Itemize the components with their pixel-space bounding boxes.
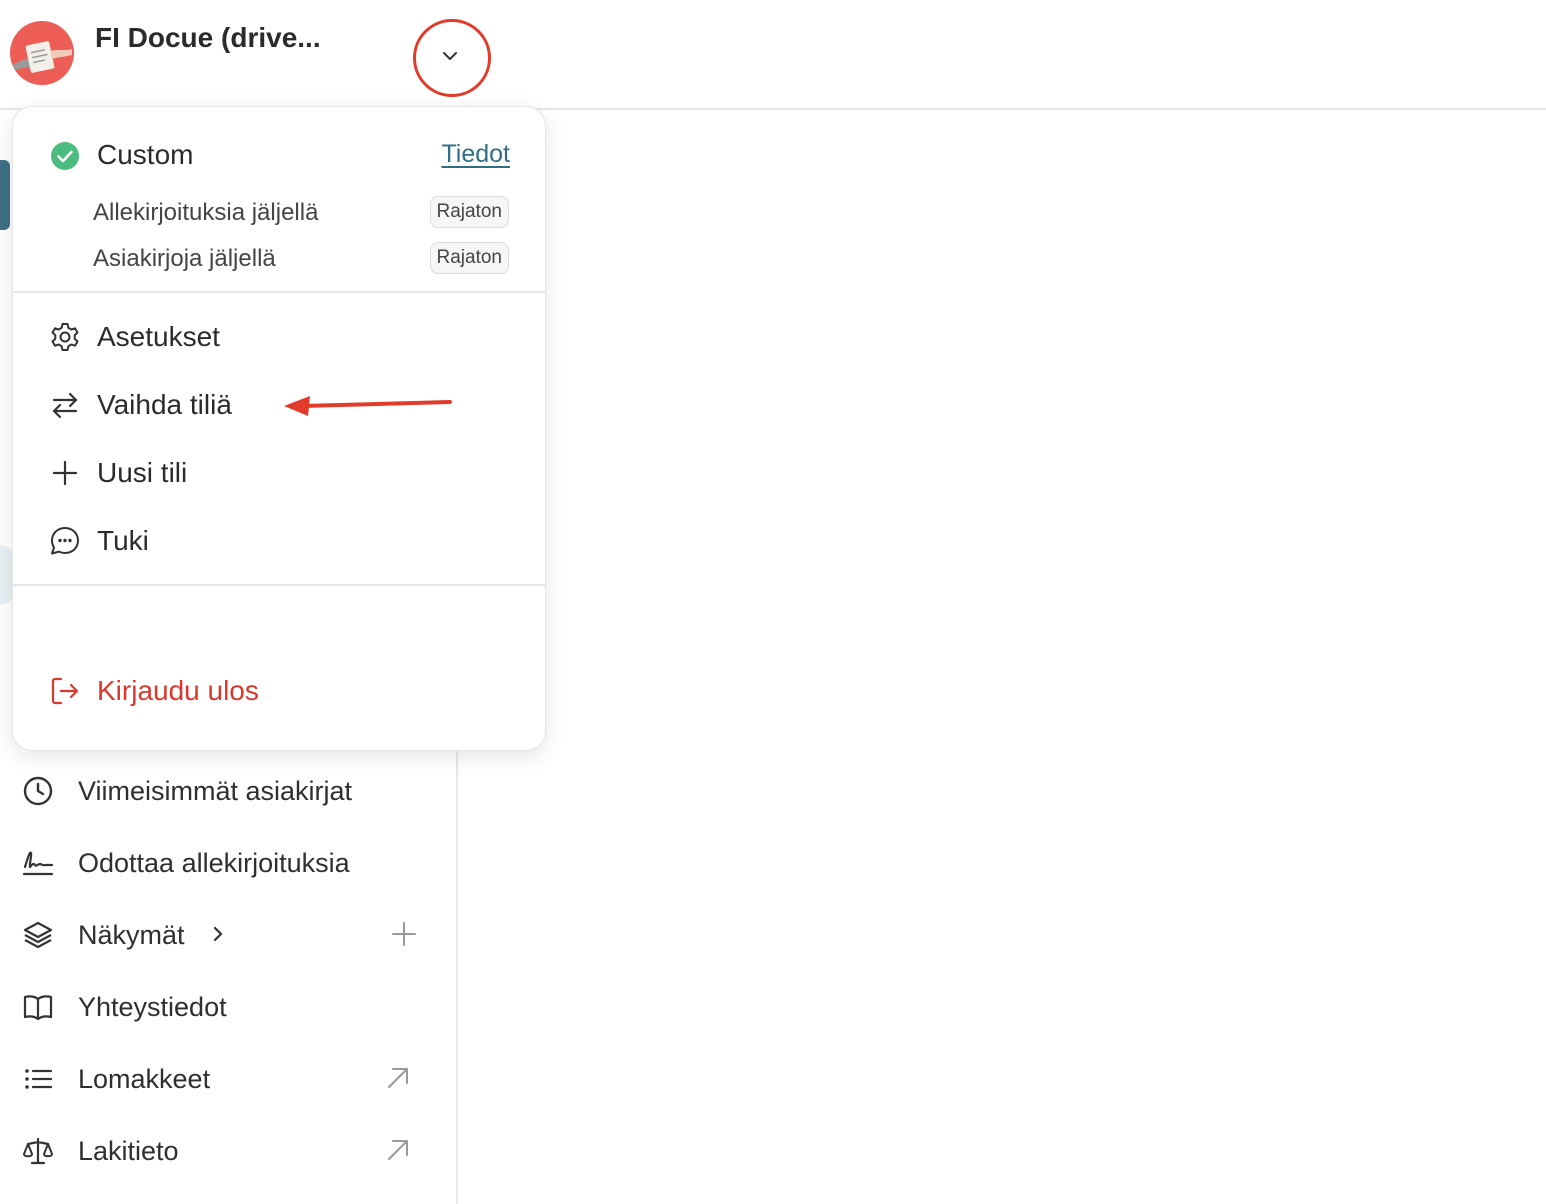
logout-icon <box>51 677 79 705</box>
chat-bubble-icon <box>51 527 79 555</box>
clock-icon <box>23 776 53 806</box>
menu-item-label: Vaihda tiliä <box>97 389 232 420</box>
external-arrow-icon <box>388 1068 408 1088</box>
sidebar-item-label: Yhteystiedot <box>78 992 227 1022</box>
signature-icon <box>22 851 54 876</box>
logout-label: Kirjaudu ulos <box>97 675 259 706</box>
sidebar-item-label: Näkymät <box>78 920 185 950</box>
quota-signatures-badge: Rajaton <box>429 196 509 228</box>
sidebar-item-label: Odottaa allekirjoituksia <box>78 848 350 878</box>
menu-item-new-account[interactable]: Uusi tili <box>13 445 545 501</box>
plan-name: Custom <box>97 139 194 170</box>
sidebar-item-recent-documents[interactable]: Viimeisimmät asiakirjat <box>0 760 440 820</box>
menu-item-support[interactable]: Tuki <box>13 513 545 569</box>
menu-divider <box>13 291 545 293</box>
quota-documents-label: Asiakirjoja jäljellä <box>93 245 276 272</box>
plus-icon[interactable] <box>388 918 420 950</box>
quota-documents-badge: Rajaton <box>429 242 509 274</box>
sidebar-item-label: Lomakkeet <box>78 1064 211 1094</box>
quota-signatures-label: Allekirjoituksia jäljellä <box>93 199 319 226</box>
account-name[interactable]: FI Docue (drive... <box>95 22 321 54</box>
scale-icon <box>23 1137 53 1165</box>
book-icon <box>23 995 53 1021</box>
switch-arrows-icon <box>52 392 78 419</box>
account-menu-toggle-button[interactable] <box>430 38 470 74</box>
gear-icon <box>51 323 79 351</box>
sidebar-item-awaiting-signatures[interactable]: Odottaa allekirjoituksia <box>0 832 440 892</box>
external-arrow-icon <box>388 1140 408 1160</box>
sidebar-item-contacts[interactable]: Yhteystiedot <box>0 976 440 1036</box>
menu-item-label: Uusi tili <box>97 457 188 488</box>
sidebar-active-indicator <box>0 160 10 230</box>
plan-details-link[interactable]: Tiedot <box>441 140 510 169</box>
layers-icon <box>23 921 53 949</box>
sidebar-item-legal-info[interactable]: Lakitieto <box>0 1120 440 1180</box>
account-dropdown-menu: Custom Tiedot Allekirjoituksia jäljellä … <box>12 106 546 751</box>
sidebar-item-views[interactable]: Näkymät <box>0 904 440 964</box>
top-header: FI Docue (drive... <box>0 0 1546 110</box>
menu-item-label: Asetukset <box>97 321 220 352</box>
list-icon <box>25 1069 53 1089</box>
menu-divider <box>13 584 545 586</box>
chevron-right-icon[interactable] <box>208 924 228 944</box>
plus-icon <box>52 460 78 486</box>
chevron-down-icon <box>443 52 457 60</box>
menu-item-settings[interactable]: Asetukset <box>13 309 545 365</box>
sidebar-item-label: Viimeisimmät asiakirjat <box>78 776 353 806</box>
menu-item-label: Tuki <box>97 525 149 556</box>
sidebar-item-forms[interactable]: Lomakkeet <box>0 1048 440 1108</box>
sidebar-item-label: Lakitieto <box>78 1136 179 1166</box>
menu-item-switch-account[interactable]: Vaihda tiliä <box>13 377 545 433</box>
check-circle-icon <box>51 142 79 170</box>
logout-button[interactable]: Kirjaudu ulos <box>13 663 545 719</box>
account-avatar[interactable] <box>10 21 74 85</box>
